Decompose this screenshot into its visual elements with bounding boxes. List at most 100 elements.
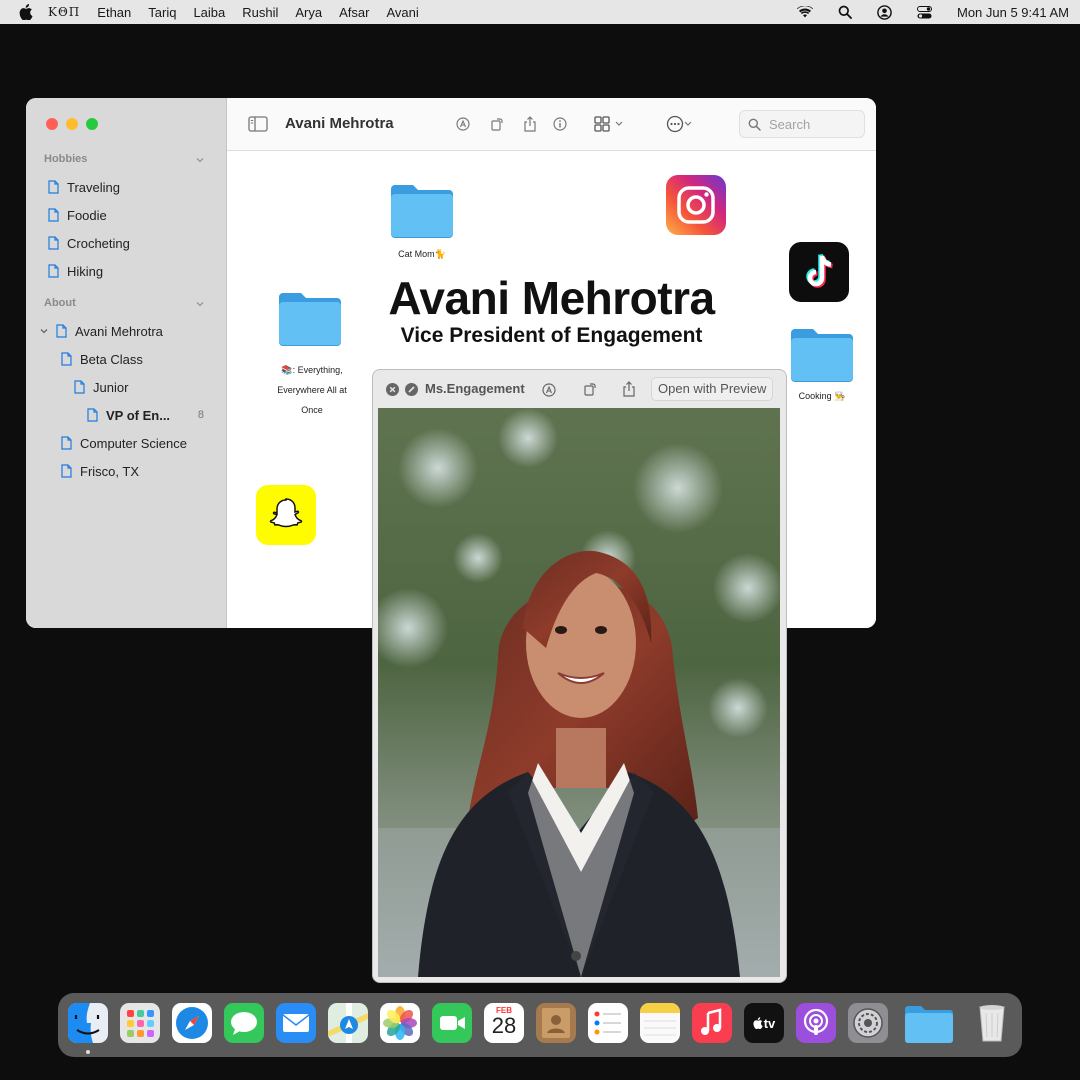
tv-label: tv [763,1015,776,1031]
sidebar-item-label: Beta Class [80,351,143,367]
document-icon [61,464,72,478]
apple-menu-icon[interactable] [18,4,34,20]
folder-label-cat-mom[interactable]: Cat Mom🐈 [367,244,477,264]
folder-label-line: 📚: Everything, [281,365,343,375]
rotate-icon[interactable] [489,116,505,132]
mail-app-icon[interactable] [276,1003,316,1043]
sidebar-item-label: Frisco, TX [80,463,139,479]
chevron-down-icon[interactable] [196,300,204,308]
messages-app-icon[interactable] [224,1003,264,1043]
menu-item-arya[interactable]: Arya [295,5,322,20]
wifi-icon[interactable] [796,4,813,20]
folder-label-line: Once [301,405,323,415]
photos-app-icon[interactable] [380,1003,420,1043]
snapchat-icon[interactable] [256,485,316,545]
menu-app-name[interactable]: KΘΠ [48,5,80,19]
apple-logo-icon [753,1017,763,1029]
menu-item-afsar[interactable]: Afsar [339,5,369,20]
document-icon [61,436,72,450]
user-account-icon[interactable] [877,4,893,20]
sidebar-item-label: Foodie [67,207,107,223]
instagram-icon[interactable] [666,175,726,235]
control-center-icon[interactable] [917,4,933,20]
sidebar-section-hobbies[interactable]: Hobbies [44,153,87,165]
rotate-icon[interactable] [582,381,597,396]
search-field[interactable]: Search [739,110,865,138]
info-icon[interactable] [552,116,568,132]
running-indicator [86,1050,90,1054]
share-icon[interactable] [621,380,636,397]
disclosure-chevron-icon[interactable] [40,327,48,335]
facetime-app-icon[interactable] [432,1003,472,1043]
minimize-window-button[interactable] [66,118,78,130]
quick-look-title: Ms.Engagement [425,381,525,396]
safari-app-icon[interactable] [172,1003,212,1043]
markup-icon[interactable] [455,116,471,132]
folder-icon[interactable] [389,179,455,239]
sidebar-item-hiking[interactable]: Hiking [48,261,103,281]
sidebar: Hobbies Traveling Foodie Crocheting Hiki… [26,98,227,628]
sidebar-item-vp-of-engagement[interactable]: VP of En... [87,405,170,425]
podcasts-app-icon[interactable] [796,1003,836,1043]
sidebar-item-avani-mehrotra[interactable]: Avani Mehrotra [56,321,163,341]
markup-icon[interactable] [541,382,556,397]
sidebar-item-label: Junior [93,379,129,395]
dock: FEB 28 tv [58,993,1022,1057]
sidebar-item-label: Hiking [67,263,104,279]
chevron-down-icon[interactable] [196,156,204,164]
close-window-button[interactable] [46,118,58,130]
folder-icon[interactable] [904,1003,954,1043]
sidebar-item-computer-science[interactable]: Computer Science [61,433,187,453]
contacts-app-icon[interactable] [536,1003,576,1043]
portrait-photo [378,408,780,977]
sidebar-item-label: Computer Science [80,435,187,451]
document-icon [48,208,59,222]
menu-bar: KΘΠ Ethan Tariq Laiba Rushil Arya Afsar … [0,0,1080,24]
sidebar-item-foodie[interactable]: Foodie [48,205,107,225]
sidebar-item-label: Traveling [67,179,120,195]
sidebar-item-frisco[interactable]: Frisco, TX [61,461,139,481]
calendar-day: 28 [491,1013,517,1038]
sidebar-item-junior[interactable]: Junior [74,377,128,397]
fullscreen-icon[interactable] [404,382,418,396]
item-count-badge: 8 [197,409,204,421]
launchpad-app-icon[interactable] [120,1003,160,1043]
sidebar-item-label: Avani Mehrotra [75,323,163,339]
maps-app-icon[interactable] [328,1003,368,1043]
menu-item-avani[interactable]: Avani [386,5,418,20]
document-icon [61,352,72,366]
window-toolbar: Avani Mehrotra Search [227,98,876,151]
quick-look-toolbar: Ms.Engagement Open with Preview [373,370,786,408]
sidebar-item-traveling[interactable]: Traveling [48,177,120,197]
menu-clock[interactable]: Mon Jun 5 9:41 AM [957,5,1069,20]
folder-label-line: Everywhere All at [277,385,347,395]
zoom-window-button[interactable] [86,118,98,130]
search-icon [748,118,761,131]
menu-item-tariq[interactable]: Tariq [148,5,176,20]
music-app-icon[interactable] [692,1003,732,1043]
close-icon[interactable] [385,382,399,396]
sidebar-toggle-icon[interactable] [247,115,269,133]
finder-app-icon[interactable] [68,1003,108,1043]
open-with-preview-button[interactable]: Open with Preview [651,377,774,401]
reminders-app-icon[interactable] [588,1003,628,1043]
notes-app-icon[interactable] [640,1003,680,1043]
system-settings-app-icon[interactable] [848,1003,888,1043]
sidebar-item-label: Crocheting [67,235,130,251]
menu-item-rushil[interactable]: Rushil [242,5,278,20]
menu-item-laiba[interactable]: Laiba [193,5,225,20]
more-actions-icon[interactable] [665,114,695,134]
view-options-icon[interactable] [593,115,627,133]
apple-tv-app-icon[interactable]: tv [744,1003,784,1043]
sidebar-section-about[interactable]: About [44,297,76,309]
spotlight-search-icon[interactable] [837,4,853,20]
sidebar-item-crocheting[interactable]: Crocheting [48,233,130,253]
document-icon [56,324,67,338]
sidebar-item-beta-class[interactable]: Beta Class [61,349,143,369]
calendar-app-icon[interactable]: FEB 28 [484,1003,524,1043]
folder-label-everything[interactable]: 📚: Everything, Everywhere All at Once [257,360,367,420]
menu-item-ethan[interactable]: Ethan [97,5,131,20]
trash-icon[interactable] [972,1003,1012,1043]
share-icon[interactable] [522,115,538,132]
profile-role-subheading: Vice President of Engagement [400,324,703,347]
